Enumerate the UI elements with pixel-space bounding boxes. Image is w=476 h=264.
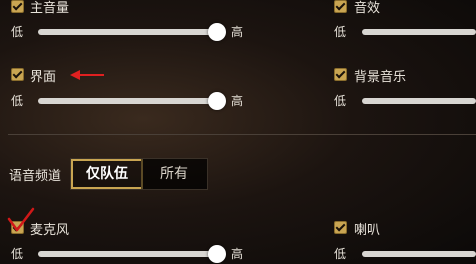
voice-channel-label: 语音频道: [9, 169, 62, 184]
master-volume-low-label: 低: [11, 25, 24, 39]
section-divider: [8, 134, 476, 135]
master-volume-slider-knob[interactable]: [208, 23, 226, 41]
master-volume-checkbox[interactable]: [11, 0, 24, 13]
microphone-label: 麦克风: [30, 223, 70, 238]
speaker-low-label: 低: [334, 247, 347, 261]
sfx-slider-track[interactable]: [362, 29, 476, 35]
bgm-checkbox[interactable]: [334, 68, 347, 81]
interface-slider-track[interactable]: [38, 98, 218, 104]
sfx-label: 音效: [354, 1, 381, 16]
bgm-low-label: 低: [334, 94, 347, 108]
interface-checkbox[interactable]: [11, 68, 24, 81]
master-volume-high-label: 高: [231, 25, 244, 39]
microphone-slider-track[interactable]: [38, 251, 218, 257]
master-volume-slider-track[interactable]: [38, 29, 218, 35]
speaker-checkbox[interactable]: [334, 221, 347, 234]
voice-channel-tab-group: 仅队伍 所有: [70, 158, 208, 190]
master-volume-label: 主音量: [30, 1, 70, 16]
sfx-low-label: 低: [334, 25, 347, 39]
speaker-label: 喇叭: [354, 223, 381, 238]
interface-high-label: 高: [231, 94, 244, 108]
bgm-slider-track[interactable]: [362, 98, 476, 104]
interface-label: 界面: [30, 70, 57, 85]
microphone-low-label: 低: [11, 247, 24, 261]
interface-slider-knob[interactable]: [208, 92, 226, 110]
tab-all[interactable]: 所有: [141, 159, 207, 189]
speaker-slider-track[interactable]: [362, 251, 476, 257]
sfx-checkbox[interactable]: [334, 0, 347, 13]
tab-team-only[interactable]: 仅队伍: [71, 159, 143, 189]
microphone-slider-knob[interactable]: [208, 245, 226, 263]
interface-low-label: 低: [11, 94, 24, 108]
microphone-high-label: 高: [231, 247, 244, 261]
bgm-label: 背景音乐: [354, 70, 407, 85]
annotation-arrow-icon: [70, 70, 104, 80]
